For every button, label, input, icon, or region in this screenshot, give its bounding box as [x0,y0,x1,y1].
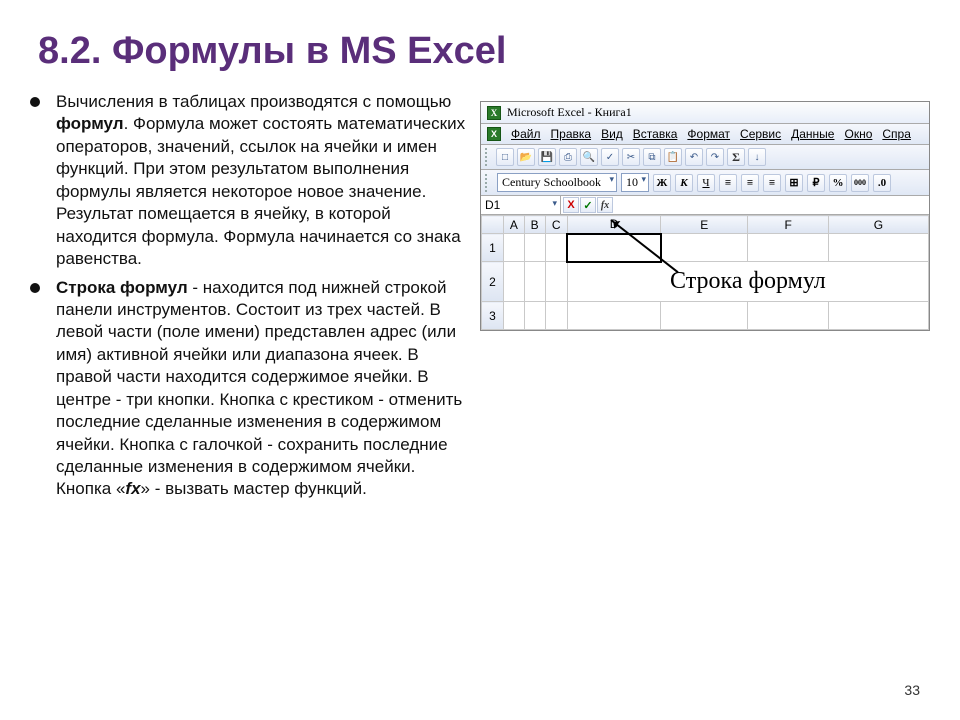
toolbar-handle[interactable] [485,148,491,166]
merge-button[interactable]: ⊞ [785,174,803,192]
excel-screenshot: X Microsoft Excel - Книга1 X Файл Правка… [480,101,930,331]
new-button[interactable]: □ [496,148,514,166]
align-left-button[interactable]: ≡ [719,174,737,192]
formatting-toolbar: Century Schoolbook 10 Ж К Ч ≡ ≡ ≡ ⊞ ₽ % … [481,170,929,196]
font-size-combo[interactable]: 10 [621,173,649,192]
formula-input[interactable] [615,203,929,207]
toolbar-handle-2[interactable] [485,174,491,192]
formula-enter-button[interactable]: ✓ [580,197,596,213]
row-header-3[interactable]: 3 [482,302,504,330]
cell[interactable] [661,302,748,330]
cell[interactable] [504,234,525,262]
bold-button[interactable]: Ж [653,174,671,192]
doc-icon: X [487,127,501,141]
menu-tools[interactable]: Сервис [740,127,781,141]
row-header-2[interactable]: 2 [482,262,504,302]
standard-toolbar: □ 📂 💾 ⎙ 🔍 ✓ ✂ ⧉ 📋 ↶ ↷ Σ ↓ [481,145,929,170]
autosum-button[interactable]: Σ [727,148,745,166]
cell[interactable] [661,234,748,262]
col-header-e[interactable]: E [661,216,748,234]
menu-file[interactable]: Файл [511,127,541,141]
col-header-g[interactable]: G [828,216,928,234]
formula-cancel-button[interactable]: X [563,197,579,213]
open-button[interactable]: 📂 [517,148,535,166]
menu-help[interactable]: Спра [882,127,911,141]
cell[interactable] [828,234,928,262]
excel-app-icon: X [487,106,501,120]
page-number: 33 [904,682,920,698]
currency-button[interactable]: ₽ [807,174,825,192]
name-box[interactable]: D1 [481,196,561,214]
copy-button[interactable]: ⧉ [643,148,661,166]
select-all-corner[interactable] [482,216,504,234]
cell[interactable] [524,302,545,330]
cell[interactable] [748,302,829,330]
underline-button[interactable]: Ч [697,174,715,192]
menu-format[interactable]: Формат [687,127,730,141]
cell[interactable] [567,302,660,330]
cell[interactable] [524,234,545,262]
cell[interactable] [545,234,567,262]
cell[interactable] [828,302,928,330]
fx-button[interactable]: fx [597,197,613,213]
cell[interactable] [545,302,567,330]
row-header-1[interactable]: 1 [482,234,504,262]
cell[interactable] [524,262,545,302]
sort-button[interactable]: ↓ [748,148,766,166]
annotation-cell: Строка формул [567,262,928,302]
text-column: Вычисления в таблицах производятся с пом… [30,91,470,507]
italic-button[interactable]: К [675,174,693,192]
window-titlebar: X Microsoft Excel - Книга1 [481,102,929,124]
menu-bar[interactable]: X Файл Правка Вид Вставка Формат Сервис … [481,124,929,145]
menu-data[interactable]: Данные [791,127,834,141]
cell[interactable] [545,262,567,302]
window-title: Microsoft Excel - Книга1 [507,105,632,120]
cut-button[interactable]: ✂ [622,148,640,166]
col-header-f[interactable]: F [748,216,829,234]
preview-button[interactable]: 🔍 [580,148,598,166]
menu-window[interactable]: Окно [844,127,872,141]
font-name-combo[interactable]: Century Schoolbook [497,173,617,192]
menu-insert[interactable]: Вставка [633,127,678,141]
cell[interactable] [748,234,829,262]
cell[interactable] [504,302,525,330]
spreadsheet-grid[interactable]: A B C D E F G 1 [481,215,929,330]
cell[interactable] [504,262,525,302]
bullet-2: Строка формул - находится под нижней стр… [30,277,470,501]
align-right-button[interactable]: ≡ [763,174,781,192]
paste-button[interactable]: 📋 [664,148,682,166]
redo-button[interactable]: ↷ [706,148,724,166]
menu-edit[interactable]: Правка [551,127,592,141]
print-button[interactable]: ⎙ [559,148,577,166]
thousands-button[interactable]: 000 [851,174,869,192]
spell-button[interactable]: ✓ [601,148,619,166]
align-center-button[interactable]: ≡ [741,174,759,192]
save-button[interactable]: 💾 [538,148,556,166]
col-header-a[interactable]: A [504,216,525,234]
bullet-1: Вычисления в таблицах производятся с пом… [30,91,470,271]
col-header-c[interactable]: C [545,216,567,234]
formula-bar: D1 X ✓ fx [481,196,929,215]
col-header-b[interactable]: B [524,216,545,234]
undo-button[interactable]: ↶ [685,148,703,166]
percent-button[interactable]: % [829,174,847,192]
decimal-inc-button[interactable]: .0 [873,174,891,192]
menu-view[interactable]: Вид [601,127,623,141]
slide-title: 8.2. Формулы в MS Excel [38,30,930,73]
